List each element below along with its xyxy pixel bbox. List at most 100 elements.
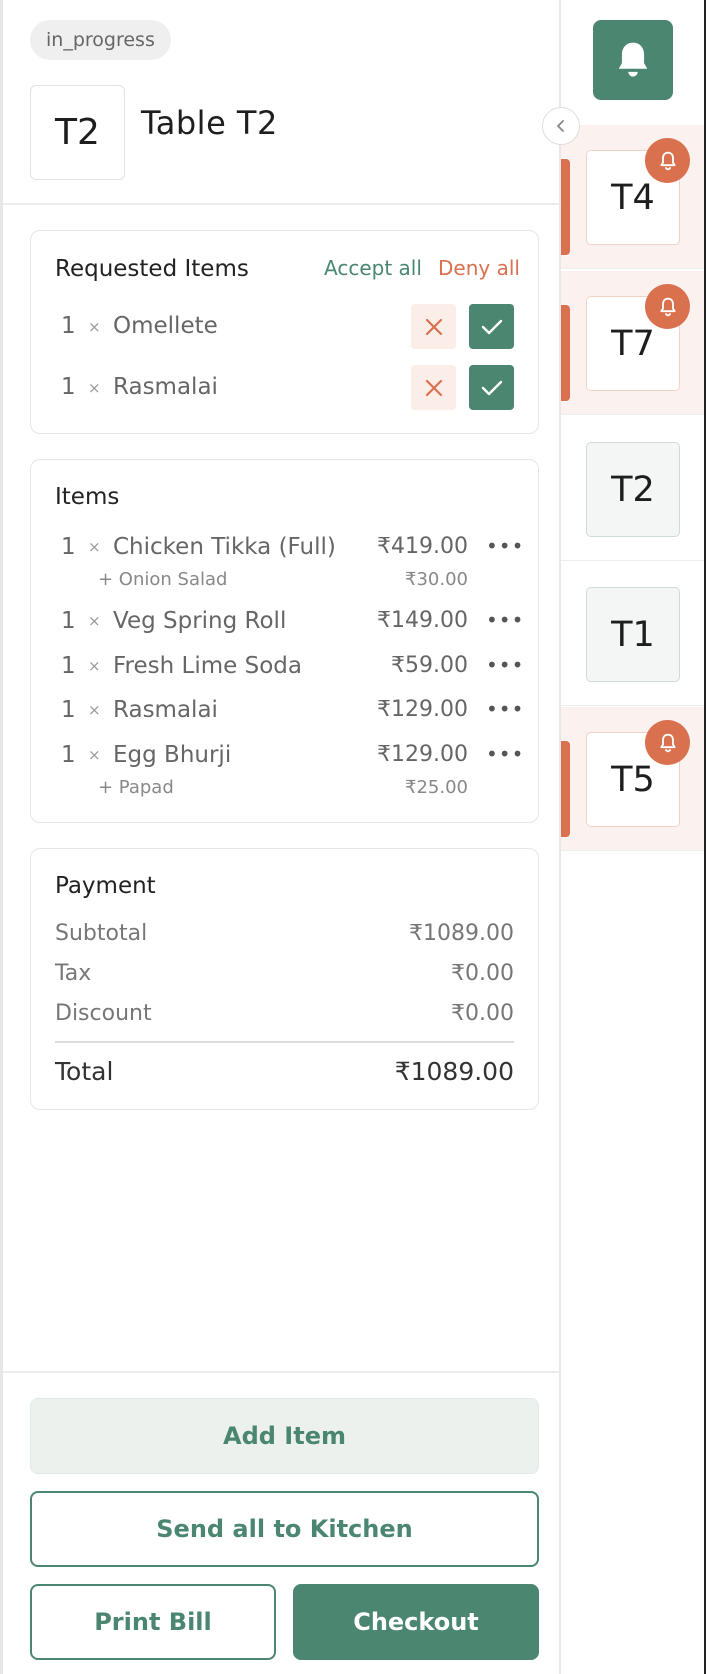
item-qty: 1 xyxy=(61,608,76,634)
checkout-button[interactable]: Checkout xyxy=(293,1584,539,1660)
accept-item-button[interactable] xyxy=(469,304,514,349)
deny-all-button[interactable]: Deny all xyxy=(438,256,520,280)
deny-item-button[interactable] xyxy=(411,304,456,349)
item-name: Rasmalai xyxy=(113,374,218,400)
tax-value: ₹0.00 xyxy=(451,961,514,986)
table-code-box: T2 xyxy=(30,85,125,180)
item-modifier-price: ₹25.00 xyxy=(405,777,468,798)
tax-row: Tax ₹0.00 xyxy=(55,961,514,986)
more-horizontal-icon[interactable]: ••• xyxy=(486,608,523,632)
item-modifier-row: + Onion Salad ₹30.00 xyxy=(31,569,538,599)
times-sign: × xyxy=(88,538,101,556)
requested-items-title: Requested Items xyxy=(55,256,249,282)
item-name: Chicken Tikka (Full) xyxy=(113,534,336,560)
table-tile-t4[interactable]: T4 xyxy=(561,125,704,269)
print-bill-button[interactable]: Print Bill xyxy=(30,1584,276,1660)
discount-label: Discount xyxy=(55,1001,152,1026)
item-modifier: + Papad xyxy=(98,777,174,798)
alert-indicator xyxy=(561,159,570,255)
table-tile-t2[interactable]: T2 xyxy=(561,417,704,561)
times-sign: × xyxy=(88,657,101,675)
table-tile-t5[interactable]: T5 xyxy=(561,707,704,851)
total-row: Total ₹1089.00 xyxy=(55,1057,514,1086)
item-qty: 1 xyxy=(61,374,76,400)
item-name: Fresh Lime Soda xyxy=(113,653,302,679)
item-price: ₹59.00 xyxy=(391,653,468,678)
accept-item-button[interactable] xyxy=(469,365,514,410)
payment-divider xyxy=(55,1041,514,1043)
total-value: ₹1089.00 xyxy=(394,1057,514,1086)
accept-all-button[interactable]: Accept all xyxy=(324,256,422,280)
send-to-kitchen-button[interactable]: Send all to Kitchen xyxy=(30,1491,539,1567)
table-tile-label: T2 xyxy=(586,442,680,537)
subtotal-row: Subtotal ₹1089.00 xyxy=(55,921,514,946)
chevron-left-icon xyxy=(557,120,564,132)
times-sign: × xyxy=(88,379,101,397)
item-modifier-row: + Papad ₹25.00 xyxy=(31,777,538,807)
payment-card: Payment Subtotal ₹1089.00 Tax ₹0.00 Disc… xyxy=(30,848,539,1110)
payment-title: Payment xyxy=(55,873,156,899)
item-price: ₹149.00 xyxy=(377,608,468,633)
more-horizontal-icon[interactable]: ••• xyxy=(486,697,523,721)
deny-item-button[interactable] xyxy=(411,365,456,410)
close-icon xyxy=(425,379,442,396)
more-horizontal-icon[interactable]: ••• xyxy=(486,653,523,677)
times-sign: × xyxy=(88,612,101,630)
times-sign: × xyxy=(88,318,101,336)
order-panel: in_progress T2 Table T2 Requested Items … xyxy=(0,0,562,1674)
bell-icon xyxy=(645,138,690,183)
requested-item-row: 1 × Rasmalai xyxy=(31,365,538,410)
items-card: Items 1 × Chicken Tikka (Full) ₹419.00 •… xyxy=(30,459,539,823)
more-horizontal-icon[interactable]: ••• xyxy=(486,742,523,766)
table-tile-t7[interactable]: T7 xyxy=(561,271,704,415)
order-item-row: 1 × Rasmalai ₹129.00 ••• xyxy=(31,697,538,727)
table-tile-label: T1 xyxy=(586,587,680,682)
tax-label: Tax xyxy=(55,961,92,986)
subtotal-value: ₹1089.00 xyxy=(409,921,514,946)
discount-row: Discount ₹0.00 xyxy=(55,1001,514,1026)
status-badge: in_progress xyxy=(30,20,171,60)
item-name: Rasmalai xyxy=(113,697,218,723)
check-icon xyxy=(481,380,502,395)
item-name: Veg Spring Roll xyxy=(113,608,287,634)
header-divider xyxy=(3,203,562,205)
item-price: ₹419.00 xyxy=(377,534,468,559)
item-qty: 1 xyxy=(61,697,76,723)
total-label: Total xyxy=(55,1057,114,1086)
add-item-button[interactable]: Add Item xyxy=(30,1398,539,1474)
collapse-panel-button[interactable] xyxy=(542,107,580,145)
item-name: Omellete xyxy=(113,313,218,339)
item-name: Egg Bhurji xyxy=(113,742,232,768)
requested-items-card: Requested Items Accept all Deny all 1 × … xyxy=(30,230,539,434)
check-icon xyxy=(481,319,502,334)
tables-sidebar: T4 T7 T2 T1 T5 xyxy=(561,0,706,1674)
alert-indicator xyxy=(561,305,570,401)
discount-value: ₹0.00 xyxy=(451,1001,514,1026)
order-item-row: 1 × Veg Spring Roll ₹149.00 ••• xyxy=(31,608,538,638)
notifications-button[interactable] xyxy=(593,20,673,100)
close-icon xyxy=(425,318,442,335)
item-qty: 1 xyxy=(61,313,76,339)
item-price: ₹129.00 xyxy=(377,742,468,767)
item-qty: 1 xyxy=(61,653,76,679)
order-item-row: 1 × Egg Bhurji ₹129.00 ••• xyxy=(31,742,538,772)
more-horizontal-icon[interactable]: ••• xyxy=(486,534,523,558)
item-modifier: + Onion Salad xyxy=(98,569,228,590)
order-item-row: 1 × Fresh Lime Soda ₹59.00 ••• xyxy=(31,653,538,683)
table-tile-t1[interactable]: T1 xyxy=(561,562,704,706)
order-item-row: 1 × Chicken Tikka (Full) ₹419.00 ••• xyxy=(31,534,538,564)
subtotal-label: Subtotal xyxy=(55,921,148,946)
requested-item-row: 1 × Omellete xyxy=(31,304,538,349)
times-sign: × xyxy=(88,746,101,764)
bell-icon xyxy=(645,284,690,329)
item-qty: 1 xyxy=(61,534,76,560)
times-sign: × xyxy=(88,701,101,719)
items-title: Items xyxy=(55,484,120,510)
item-qty: 1 xyxy=(61,742,76,768)
item-price: ₹129.00 xyxy=(377,697,468,722)
bell-icon xyxy=(618,42,648,77)
footer-divider xyxy=(3,1371,562,1373)
page-title: Table T2 xyxy=(141,104,278,142)
alert-indicator xyxy=(561,741,570,837)
bell-icon xyxy=(645,720,690,765)
